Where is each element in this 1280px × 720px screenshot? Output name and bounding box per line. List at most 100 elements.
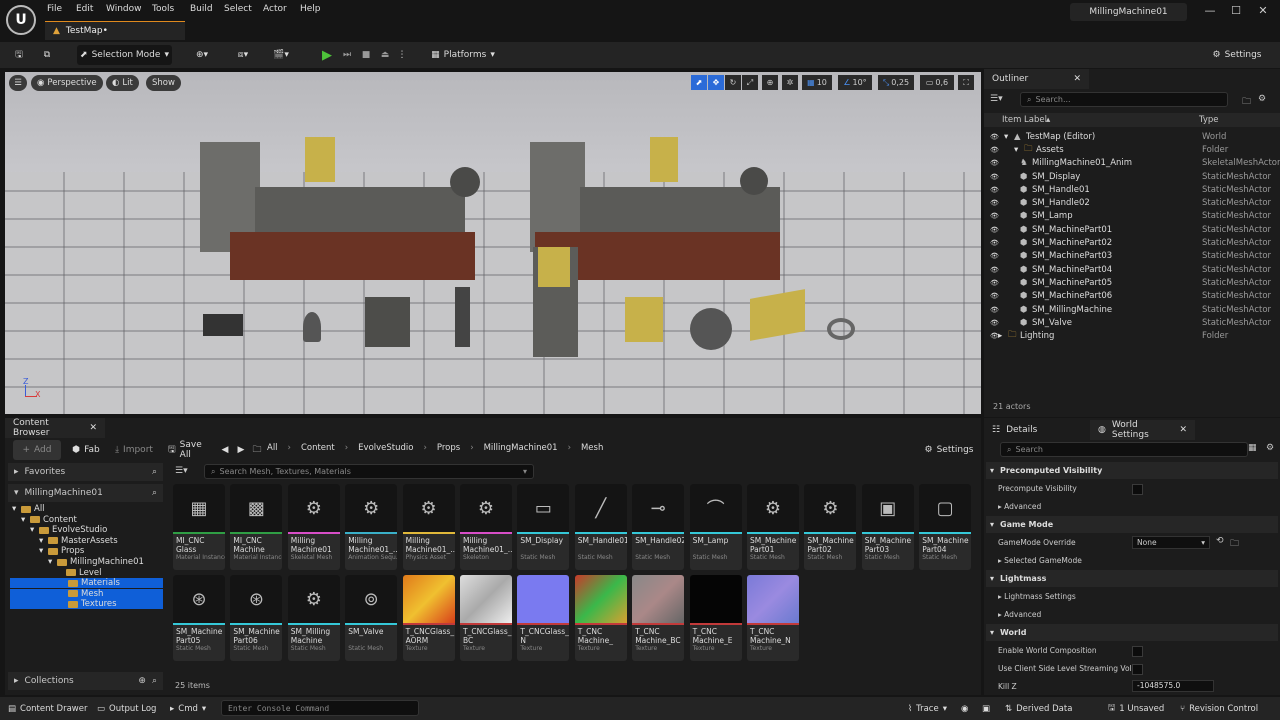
asset-tile[interactable]: ⚙ SM_Machine Part01 Static Mesh — [747, 484, 799, 570]
visibility-eye-icon[interactable]: 👁 — [990, 173, 999, 181]
output-log-button[interactable]: ▭ Output Log — [97, 700, 156, 717]
sm-valve-mesh[interactable] — [827, 318, 855, 340]
details-search-input[interactable]: ⌕ Search — [1000, 442, 1248, 457]
browse-asset-icon[interactable]: 🗀 — [1230, 536, 1239, 552]
folder-tree-item[interactable]: ▾ Props — [39, 546, 84, 556]
import-button[interactable]: ⤓ Import — [111, 440, 157, 460]
sm-machine-part04-mesh[interactable] — [625, 297, 663, 342]
outliner-row[interactable]: 👁 ⬢ SM_MachinePart06 StaticMeshActor — [984, 290, 1280, 303]
outliner-row[interactable]: 👁 ⬢ SM_Lamp StaticMeshActor — [984, 210, 1280, 223]
maximize-viewport-icon[interactable]: ⛶ — [958, 75, 974, 90]
type-column[interactable]: Type — [1199, 115, 1219, 125]
unsaved-button[interactable]: 🖫 1 Unsaved — [1108, 700, 1164, 717]
close-tab-icon[interactable]: ✕ — [1179, 425, 1187, 435]
visibility-eye-icon[interactable]: 👁 — [990, 133, 999, 141]
menu-select[interactable]: Select — [224, 4, 252, 14]
client-side-streaming-checkbox[interactable] — [1132, 664, 1143, 675]
visibility-eye-icon[interactable]: 👁 — [990, 266, 999, 274]
breadcrumb-item[interactable]: EvolveStudio — [358, 443, 413, 453]
browse-icon[interactable]: ⧉ — [38, 45, 56, 65]
lightmass-settings-row[interactable]: ▸ Lightmass Settings — [998, 592, 1076, 601]
level-tab[interactable]: ▲ TestMap• — [45, 21, 185, 40]
close-window-icon[interactable]: ✕ — [1253, 4, 1273, 20]
outliner-row[interactable]: 👁 ⬢ SM_MillingMachine StaticMeshActor — [984, 303, 1280, 316]
trace-dropdown[interactable]: ⌇ Trace ▾ — [908, 700, 947, 717]
sm-machine-part05-mesh[interactable] — [690, 308, 732, 350]
fab-button[interactable]: ⬢ Fab — [69, 440, 103, 460]
selected-gamemode-row[interactable]: ▸ Selected GameMode — [998, 556, 1082, 565]
outliner-row[interactable]: 👁 ⬢ SM_Handle01 StaticMeshActor — [984, 183, 1280, 196]
folder-tree-item[interactable]: Textures — [10, 599, 163, 610]
folder-tree-item[interactable]: Materials — [10, 578, 163, 589]
expand-arrow-icon[interactable]: ▸ — [998, 331, 1002, 341]
folder-tree-item[interactable]: ▾ EvolveStudio — [30, 525, 107, 535]
asset-tile[interactable]: ⚙ Milling Machine01 Skeletal Mesh — [287, 484, 340, 570]
save-all-button[interactable]: 🖫 Save All — [168, 440, 212, 460]
visibility-eye-icon[interactable]: 👁 — [990, 306, 999, 314]
table-view-icon[interactable]: ▦ — [1248, 443, 1257, 453]
gamemode-override-dropdown[interactable]: None ▾ — [1132, 536, 1210, 549]
translate-tool-icon[interactable]: ✥ — [708, 75, 724, 90]
outliner-row[interactable]: 👁 ▸ 🗀 Lighting Folder — [984, 329, 1280, 342]
console-input[interactable]: Enter Console Command — [221, 700, 419, 716]
search-icon[interactable]: ⌕ — [152, 467, 157, 477]
cb-settings-button[interactable]: ⚙ Settings — [923, 440, 975, 460]
asset-search-input[interactable]: ⌕ Search Mesh, Textures, Materials ▾ — [204, 464, 534, 479]
asset-tile[interactable]: T_CNC Machine_E Texture — [689, 575, 742, 661]
back-icon[interactable]: ◀ — [218, 440, 232, 460]
folder-tree-item[interactable]: ▾ All — [12, 504, 45, 514]
selection-mode-dropdown[interactable]: ⬈ Selection Mode ▾ — [77, 45, 172, 65]
show-button[interactable]: Show — [146, 75, 181, 91]
rotation-snap-toggle[interactable]: ∠ 10° — [838, 75, 872, 90]
outliner-tab[interactable]: Outliner ✕ — [984, 69, 1089, 89]
folder-tree-item[interactable]: Mesh — [10, 588, 163, 599]
breadcrumb-item[interactable]: MillingMachine01 — [484, 443, 558, 453]
outliner-row[interactable]: 👁 ⬢ SM_MachinePart03 StaticMeshActor — [984, 250, 1280, 263]
menu-actor[interactable]: Actor — [263, 4, 287, 14]
add-button[interactable]: + Add — [13, 440, 61, 460]
asset-tile[interactable]: ⊛ SM_Machine Part06 Static Mesh — [230, 575, 283, 661]
favorites-header[interactable]: ▸ Favorites ⌕ — [8, 463, 163, 481]
breadcrumb-item[interactable]: All — [267, 443, 278, 453]
outliner-settings-icon[interactable]: ⚙ — [1258, 94, 1266, 104]
sm-lamp-mesh[interactable] — [303, 312, 321, 342]
section-precomputed-visibility[interactable]: ▾ Precomputed Visibility — [986, 462, 1278, 479]
outliner-row[interactable]: 👁 ⬢ SM_Display StaticMeshActor — [984, 170, 1280, 183]
add-folder-icon[interactable]: 🗀 — [1242, 94, 1251, 110]
visibility-eye-icon[interactable]: 👁 — [990, 212, 999, 220]
section-game-mode[interactable]: ▾ Game Mode — [986, 516, 1278, 533]
select-tool-icon[interactable]: ⬈ — [691, 75, 707, 90]
eject-icon[interactable]: ⏏ — [376, 45, 394, 65]
asset-tile[interactable]: ⊸ SM_Handle02 Static Mesh — [632, 484, 685, 570]
advanced-row-2[interactable]: ▸ Advanced — [998, 610, 1041, 619]
folder-tree-item[interactable]: ▾ MasterAssets — [39, 536, 118, 546]
asset-tile[interactable]: T_CNC Machine_BC Texture — [632, 575, 685, 661]
platforms-button[interactable]: ▦ Platforms ▾ — [430, 45, 496, 65]
world-settings-tab[interactable]: ◍ World Settings ✕ — [1090, 420, 1195, 440]
folder-tree-item[interactable]: Level — [57, 568, 101, 578]
add-collection-icon[interactable]: ⊕ — [138, 676, 146, 686]
asset-tile[interactable]: ⊚ SM_Valve Static Mesh — [345, 575, 398, 661]
search-icon[interactable]: ⌕ — [152, 676, 157, 686]
asset-tile[interactable]: ⚙ SM_Machine Part02 Static Mesh — [804, 484, 857, 570]
section-lightmass[interactable]: ▾ Lightmass — [986, 570, 1278, 587]
collections-header[interactable]: ▸ Collections ⊕ ⌕ — [8, 672, 163, 690]
breadcrumb-item[interactable]: Content — [301, 443, 335, 453]
cinematics-icon[interactable]: 🎬▾ — [268, 45, 294, 65]
sm-display-mesh[interactable] — [203, 314, 243, 336]
rotate-tool-icon[interactable]: ↻ — [725, 75, 741, 90]
folder-icon[interactable]: 🗀 — [250, 440, 264, 460]
search-icon[interactable]: ⌕ — [152, 488, 157, 498]
world-space-icon[interactable]: ⊕ — [762, 75, 778, 90]
asset-tile[interactable]: T_CNCGlass_ AORM Texture — [402, 575, 455, 661]
save-icon[interactable]: 🖫 — [10, 45, 28, 65]
menu-help[interactable]: Help — [300, 4, 321, 14]
cmd-dropdown[interactable]: ▸ Cmd ▾ — [170, 700, 206, 717]
expand-arrow-icon[interactable]: ▾ — [1004, 132, 1008, 142]
menu-edit[interactable]: Edit — [76, 4, 93, 14]
visibility-eye-icon[interactable]: 👁 — [990, 252, 999, 260]
outliner-row[interactable]: 👁 ⬢ SM_MachinePart02 StaticMeshActor — [984, 236, 1280, 249]
camera-speed-button[interactable]: ▭ 0,6 — [920, 75, 954, 90]
asset-tile[interactable]: ▭ SM_Display Static Mesh — [517, 484, 570, 570]
settings-button[interactable]: ⚙ Settings — [1206, 45, 1268, 65]
